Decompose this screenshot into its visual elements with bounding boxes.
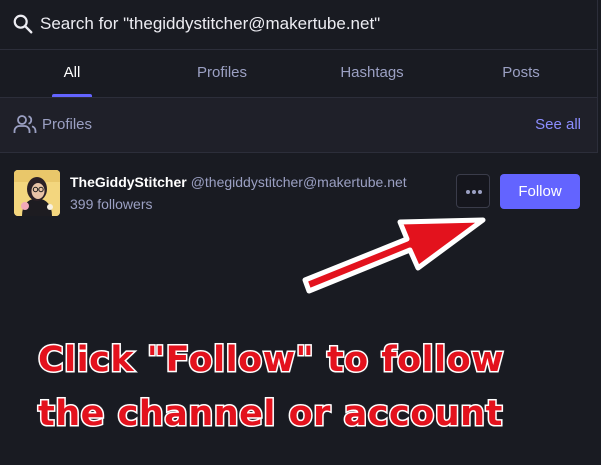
annotation-caption-line2: the channel or account bbox=[37, 393, 504, 436]
annotation-caption-line1: Click "Follow" to follow bbox=[37, 339, 506, 382]
